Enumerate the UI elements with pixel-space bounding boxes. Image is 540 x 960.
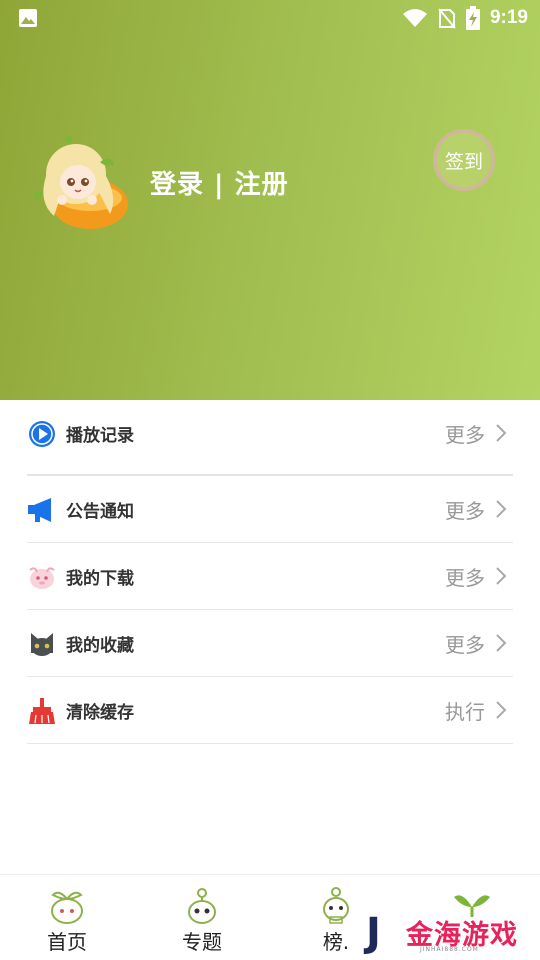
wifi-icon (402, 9, 427, 27)
login-register-link[interactable]: 登录 | 注册 (150, 164, 289, 201)
watermark-subtext: JINHAI888.COM (420, 946, 479, 953)
image-icon (19, 9, 37, 27)
status-time: 9:19 (489, 7, 528, 28)
more-link[interactable]: 更多 (445, 419, 485, 448)
profile-header: 9:19 登录 | 注册 签到 (0, 0, 540, 400)
tab-label: 专题 (182, 930, 222, 954)
avatar[interactable] (28, 132, 132, 232)
tab-home[interactable]: 首页 (27, 885, 107, 955)
menu-item-favorites[interactable]: 我的收藏 更多 (27, 610, 513, 677)
chevron-right-icon (496, 424, 507, 442)
menu-item-label: 我的下载 (66, 569, 134, 589)
watermark-logo: J 金海游戏 JINHAI888.COM (362, 908, 540, 960)
signin-button[interactable]: 签到 (433, 129, 495, 191)
menu-item-downloads[interactable]: 我的下载 更多 (27, 543, 513, 610)
sprout-mascot-ranking-icon (323, 887, 349, 924)
tab-label: 榜. (322, 930, 350, 954)
menu-item-play-history[interactable]: 播放记录 更多 (27, 400, 513, 467)
more-link[interactable]: 更多 (445, 629, 485, 658)
menu-item-label: 清除缓存 (66, 703, 134, 723)
divider (27, 743, 513, 744)
watermark-j-logo: J (366, 910, 381, 956)
pink-creature-icon (27, 562, 57, 592)
execute-link[interactable]: 执行 (445, 696, 485, 725)
more-link[interactable]: 更多 (445, 495, 485, 524)
chevron-right-icon (496, 634, 507, 652)
tab-topics[interactable]: 专题 (162, 885, 242, 955)
menu-item-label: 公告通知 (66, 502, 134, 522)
battery-charging-icon (465, 6, 480, 30)
status-bar: 9:19 (0, 0, 540, 36)
chevron-right-icon (496, 500, 507, 518)
sprout-mascot-home-icon (51, 891, 83, 924)
tab-label: 首页 (47, 930, 87, 954)
broom-icon (27, 696, 57, 726)
menu-item-label: 我的收藏 (66, 636, 134, 656)
no-sim-icon (438, 8, 456, 29)
chevron-right-icon (496, 701, 507, 719)
play-circle-icon (27, 419, 57, 449)
menu-item-label: 播放记录 (66, 426, 134, 446)
chevron-right-icon (496, 567, 507, 585)
more-link[interactable]: 更多 (445, 562, 485, 591)
cat-icon (27, 629, 57, 659)
megaphone-icon (27, 495, 57, 525)
sprout-mascot-topics-icon (188, 888, 216, 924)
menu-item-clear-cache[interactable]: 清除缓存 执行 (27, 677, 513, 744)
menu-item-announcements[interactable]: 公告通知 更多 (27, 476, 513, 543)
